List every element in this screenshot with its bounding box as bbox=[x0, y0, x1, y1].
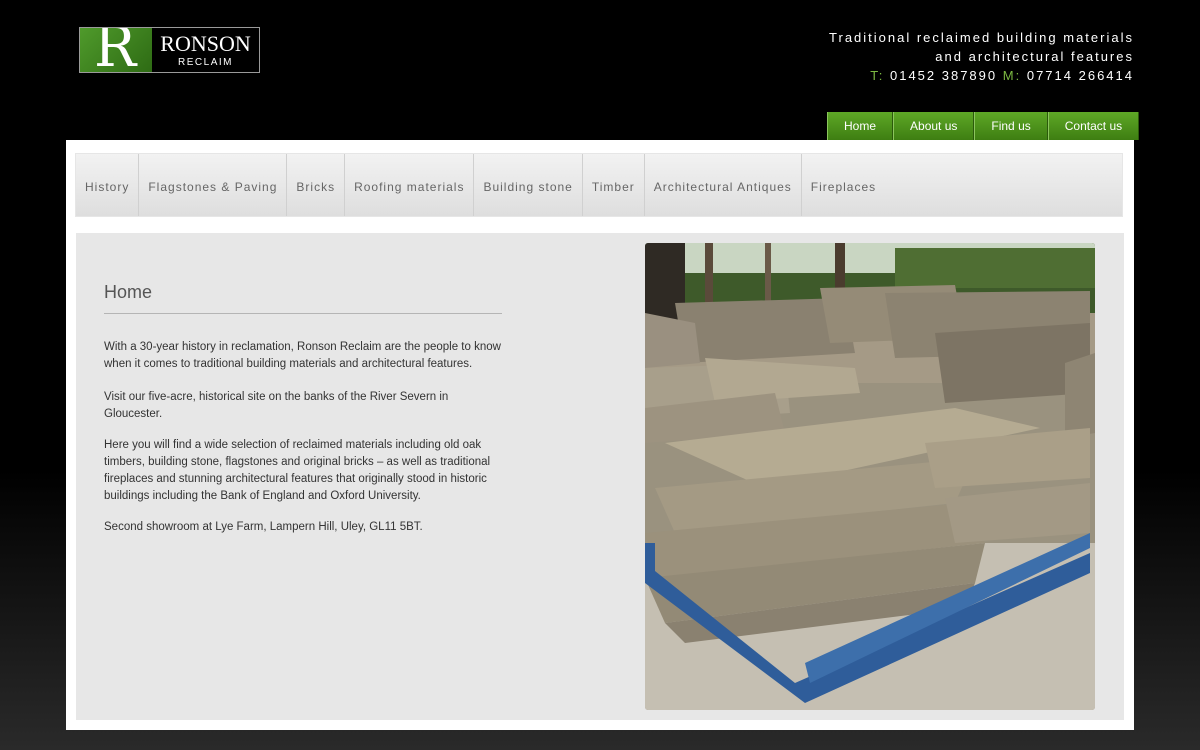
catnav-antiques[interactable]: Architectural Antiques bbox=[645, 154, 802, 216]
mob-label: M: bbox=[1002, 68, 1022, 83]
catnav-flagstones[interactable]: Flagstones & Paving bbox=[139, 154, 288, 216]
catnav-roofing[interactable]: Roofing materials bbox=[345, 154, 475, 216]
paragraph-visit: Visit our five-acre, historical site on … bbox=[104, 391, 449, 420]
paragraph-selection: Here you will find a wide selection of r… bbox=[104, 439, 491, 502]
top-nav: Home About us Find us Contact us bbox=[827, 112, 1140, 140]
topnav-about[interactable]: About us bbox=[893, 112, 975, 140]
tel-number[interactable]: 01452 387890 bbox=[890, 68, 997, 83]
catnav-timber[interactable]: Timber bbox=[583, 154, 645, 216]
topnav-contact[interactable]: Contact us bbox=[1047, 112, 1140, 140]
tagline: Traditional reclaimed building materials… bbox=[829, 28, 1134, 85]
catnav-history[interactable]: History bbox=[76, 154, 140, 216]
category-nav: History Flagstones & Paving Bricks Roofi… bbox=[75, 153, 1123, 217]
topnav-find-us[interactable]: Find us bbox=[974, 112, 1048, 140]
page-title: Home bbox=[104, 280, 502, 314]
logo-name: RONSON bbox=[160, 30, 251, 56]
contact-line: T: 01452 387890 M: 07714 266414 bbox=[829, 66, 1134, 85]
tel-label: T: bbox=[870, 68, 885, 83]
logo-text: RONSON RECLAIM bbox=[152, 28, 259, 72]
mob-number[interactable]: 07714 266414 bbox=[1027, 68, 1134, 83]
content-area: Home With a 30-year history in reclamati… bbox=[76, 233, 1124, 720]
catnav-fireplaces[interactable]: Fireplaces bbox=[802, 154, 885, 216]
flagstones-illustration bbox=[645, 243, 1095, 710]
main-panel: History Flagstones & Paving Bricks Roofi… bbox=[66, 140, 1134, 730]
paragraph-intro: With a 30-year history in reclamation, R… bbox=[104, 341, 501, 370]
logo[interactable]: R RONSON RECLAIM bbox=[79, 27, 260, 73]
topnav-home[interactable]: Home bbox=[827, 112, 894, 140]
tagline-line2: and architectural features bbox=[935, 49, 1134, 64]
content-text: Home With a 30-year history in reclamati… bbox=[104, 280, 502, 550]
logo-mark: R bbox=[80, 28, 152, 72]
catnav-building-stone[interactable]: Building stone bbox=[474, 154, 583, 216]
paragraph-showroom: Second showroom at Lye Farm, Lampern Hil… bbox=[104, 521, 423, 533]
flagstones-photo bbox=[645, 243, 1095, 710]
logo-sub: RECLAIM bbox=[178, 56, 233, 68]
catnav-bricks[interactable]: Bricks bbox=[287, 154, 346, 216]
tagline-line1: Traditional reclaimed building materials bbox=[829, 30, 1134, 45]
